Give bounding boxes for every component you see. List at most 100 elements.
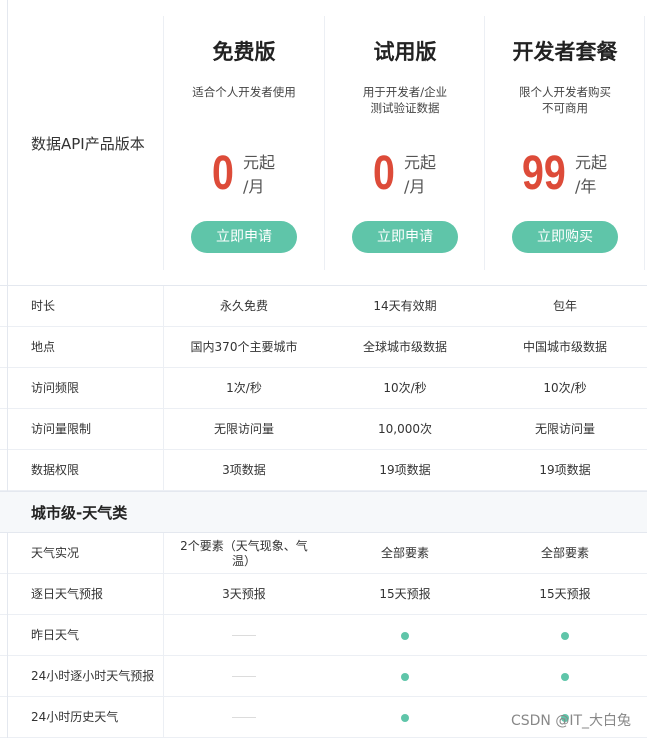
cell-value: 1次/秒 <box>226 381 262 395</box>
row-label: 天气实况 <box>31 546 80 560</box>
left-border <box>7 409 8 450</box>
table-cell: 14天有效期 <box>325 286 485 327</box>
table-cell: 全部要素 <box>485 533 645 574</box>
plan-desc-line: 用于开发者/企业 <box>362 85 448 99</box>
plan-description: 适合个人开发者使用 <box>174 84 314 100</box>
table-row: 数据权限 3项数据 19项数据 19项数据 <box>0 450 647 491</box>
table-cell <box>485 615 645 656</box>
table-cell: 包年 <box>485 286 645 327</box>
plan-price: 0 元起 /月 <box>164 146 324 206</box>
left-border <box>7 0 8 286</box>
table-cell <box>325 656 485 697</box>
not-available-icon <box>232 635 256 636</box>
not-available-icon <box>232 717 256 718</box>
cell-value: 15天预报 <box>539 587 591 601</box>
table-cell: 15天预报 <box>325 574 485 615</box>
plan-trial: 试用版 用于开发者/企业 测试验证数据 0 元起 /月 立即申请 <box>325 0 485 286</box>
price-unit-bottom: /月 <box>404 177 426 196</box>
price-unit-top: 元起 <box>575 153 608 172</box>
price-number: 99 <box>522 147 566 200</box>
apply-button[interactable]: 立即申请 <box>352 221 458 253</box>
check-dot-icon <box>561 631 569 640</box>
pricing-header: 数据API产品版本 免费版 适合个人开发者使用 0 元起 /月 立即申请 试用版… <box>0 0 647 286</box>
plan-desc-line: 适合个人开发者使用 <box>192 85 296 99</box>
not-available-icon <box>232 676 256 677</box>
cell-value: 无限访问量 <box>213 422 274 436</box>
table-row: 访问量限制 无限访问量 10,000次 无限访问量 <box>0 409 647 450</box>
price-unit-bottom: /年 <box>575 177 597 196</box>
table-cell <box>485 656 645 697</box>
price-unit-top: 元起 <box>243 153 276 172</box>
plan-desc-line: 测试验证数据 <box>370 101 440 115</box>
table-cell: 全球城市级数据 <box>325 327 485 368</box>
table-cell: 10,000次 <box>325 409 485 450</box>
table-row: 时长 永久免费 14天有效期 包年 <box>0 286 647 327</box>
table-row: 访问频限 1次/秒 10次/秒 10次/秒 <box>0 368 647 409</box>
plan-name: 免费版 <box>212 40 276 64</box>
table-cell <box>325 697 485 738</box>
cell-value: 无限访问量 <box>534 422 595 436</box>
plan-desc-line: 不可商用 <box>542 101 588 115</box>
cell-value: 19项数据 <box>539 463 591 477</box>
plan-description: 限个人开发者购买 不可商用 <box>495 84 635 116</box>
left-border <box>7 327 8 368</box>
table-cell: 10次/秒 <box>485 368 645 409</box>
apply-button[interactable]: 立即申请 <box>191 221 297 253</box>
weather-rows: 天气实况 2个要素（天气现象、气温） 全部要素 全部要素逐日天气预报 3天预报 15天预报… <box>0 533 647 738</box>
table-cell: 15天预报 <box>485 574 645 615</box>
row-label: 访问量限制 <box>31 422 92 436</box>
plan-description: 用于开发者/企业 测试验证数据 <box>335 84 475 116</box>
row-label: 24小时历史天气 <box>31 710 119 724</box>
cell-value: 永久免费 <box>219 299 268 313</box>
table-cell <box>164 615 324 656</box>
check-dot-icon <box>401 672 409 681</box>
table-cell <box>164 656 324 697</box>
left-border <box>7 615 8 656</box>
watermark: CSDN @IT_大白兔 <box>510 713 631 729</box>
price-unit-bottom: /月 <box>243 177 265 196</box>
cell-value: 全球城市级数据 <box>362 340 447 354</box>
table-cell: 10次/秒 <box>325 368 485 409</box>
row-label: 数据权限 <box>31 463 80 477</box>
cell-value: 3项数据 <box>222 463 266 477</box>
table-row: 逐日天气预报 3天预报 15天预报 15天预报 <box>0 574 647 615</box>
left-border <box>7 450 8 491</box>
plan-free: 免费版 适合个人开发者使用 0 元起 /月 立即申请 <box>164 0 324 286</box>
check-dot-icon <box>561 672 569 681</box>
row-label: 访问频限 <box>31 381 80 395</box>
price-number: 0 <box>212 147 234 200</box>
buy-button[interactable]: 立即购买 <box>512 221 618 253</box>
left-border <box>7 533 8 574</box>
cell-value: 19项数据 <box>379 463 431 477</box>
table-cell: 19项数据 <box>325 450 485 491</box>
plan-price: 99 元起 /年 <box>485 146 645 206</box>
cell-value: 15天预报 <box>379 587 431 601</box>
table-cell: 中国城市级数据 <box>485 327 645 368</box>
left-border <box>7 368 8 409</box>
table-cell <box>325 615 485 656</box>
table-row: 地点 国内370个主要城市 全球城市级数据 中国城市级数据 <box>0 327 647 368</box>
table-row: 24小时逐小时天气预报 <box>0 656 647 697</box>
row-label: 时长 <box>31 299 56 313</box>
cell-value: 3天预报 <box>222 587 266 601</box>
left-border <box>7 574 8 615</box>
price-number: 0 <box>373 147 395 200</box>
cell-value: 14天有效期 <box>373 299 437 313</box>
check-dot-icon <box>401 631 409 640</box>
table-cell: 19项数据 <box>485 450 645 491</box>
cell-value: 10次/秒 <box>543 381 587 395</box>
section-title: 城市级-天气类 <box>31 504 128 522</box>
plan-desc-line: 限个人开发者购买 <box>519 85 611 99</box>
cell-value: 中国城市级数据 <box>522 340 607 354</box>
table-cell: 永久免费 <box>164 286 324 327</box>
table-row: 天气实况 2个要素（天气现象、气温） 全部要素 全部要素 <box>0 533 647 574</box>
cell-value: 10,000次 <box>378 422 432 436</box>
cell-value: 10次/秒 <box>383 381 427 395</box>
left-border <box>7 697 8 738</box>
plan-price: 0 元起 /月 <box>325 146 485 206</box>
table-cell: 2个要素（天气现象、气温） <box>164 533 324 574</box>
row-label: 逐日天气预报 <box>31 587 104 601</box>
table-cell: 全部要素 <box>325 533 485 574</box>
table-cell: 无限访问量 <box>164 409 324 450</box>
cell-value: 全部要素 <box>380 546 429 560</box>
